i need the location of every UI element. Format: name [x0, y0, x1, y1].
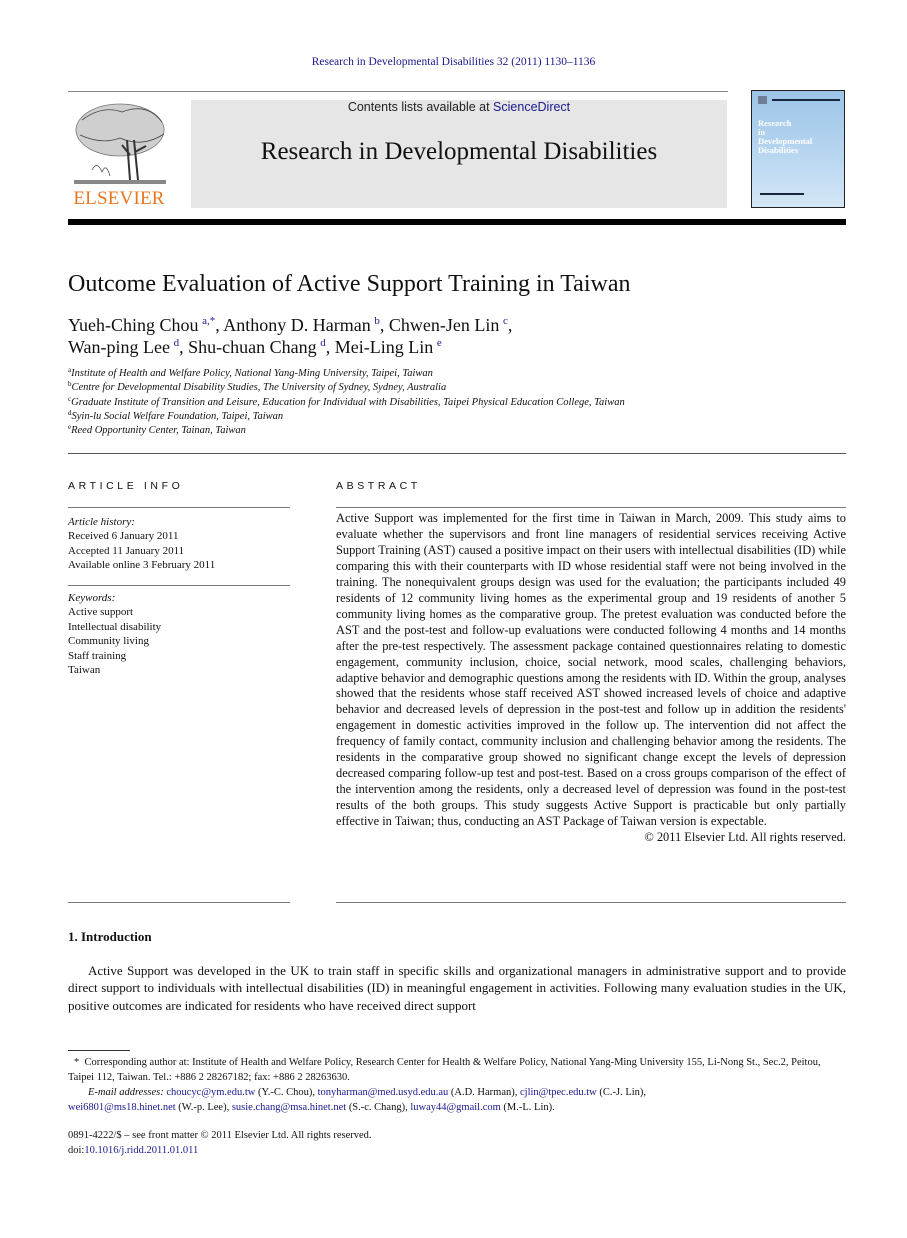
journal-reference-link[interactable]: Research in Developmental Disabilities 3…	[0, 56, 907, 68]
author[interactable]: Anthony D. Harman b	[223, 315, 380, 335]
cover-title-line: Research	[758, 118, 792, 128]
author-separator: ,	[507, 315, 513, 335]
affiliation: dSyin-lu Social Welfare Foundation, Taip…	[68, 409, 625, 424]
keywords-heading: Keywords:	[68, 592, 116, 604]
corresponding-author-note: * Corresponding author at: Institute of …	[60, 1055, 846, 1085]
keyword: Taiwan	[68, 664, 101, 677]
abstract-copyright: © 2011 Elsevier Ltd. All rights reserved…	[644, 830, 846, 845]
affiliation-rule	[68, 453, 846, 454]
history-item: Available online 3 February 2011	[68, 559, 216, 572]
affiliation-text: Centre for Developmental Disability Stud…	[71, 382, 447, 394]
journal-cover-thumbnail[interactable]: Research in Developmental Disabilities	[751, 90, 845, 208]
history-item: Received 6 January 2011	[68, 530, 179, 543]
author-separator: ,	[379, 315, 389, 335]
author[interactable]: Yueh-Ching Chou a,*	[68, 315, 215, 335]
introduction-paragraph: Active Support was developed in the UK t…	[68, 963, 846, 1013]
issn-line: 0891-4222/$ – see front matter © 2011 El…	[68, 1130, 372, 1141]
email-link[interactable]: cjlin@tpec.edu.tw	[520, 1087, 597, 1098]
affiliation-text: Graduate Institute of Transition and Lei…	[71, 396, 625, 408]
abstract: Active Support was implemented for the f…	[336, 511, 846, 846]
affiliation: eReed Opportunity Center, Tainan, Taiwan	[68, 424, 625, 438]
abstract-rule	[336, 902, 846, 903]
abstract-label: ABSTRACT	[336, 480, 421, 492]
email-owner: (S.-c. Chang),	[346, 1102, 411, 1113]
elsevier-wordmark: ELSEVIER	[73, 188, 165, 209]
email-owner: (W.-p. Lee),	[175, 1102, 232, 1113]
author-name: Yueh-Ching Chou	[68, 315, 199, 335]
abstract-rule	[336, 507, 846, 508]
affiliation: cGraduate Institute of Transition and Le…	[68, 395, 625, 410]
author-name: Chwen-Jen Lin	[388, 315, 500, 335]
email-link[interactable]: tonyharman@med.usyd.edu.au	[318, 1087, 449, 1098]
author-affil-marker[interactable]: a,*	[202, 315, 215, 327]
doi-prefix: doi:	[68, 1145, 85, 1156]
article-info-label: ARTICLE INFO	[68, 480, 184, 492]
cover-title-line: Disabilities	[758, 145, 799, 155]
journal-banner: Contents lists available at ScienceDirec…	[191, 100, 727, 208]
author-name: Mei-Ling Lin	[334, 337, 434, 357]
doi-line: doi:10.1016/j.ridd.2011.01.011	[68, 1143, 372, 1158]
email-owner: (Y.-C. Chou),	[255, 1087, 318, 1098]
affiliation-text: Institute of Health and Welfare Policy, …	[71, 368, 433, 379]
header-thick-rule	[68, 219, 846, 225]
article-info-rule	[68, 507, 290, 508]
author[interactable]: Shu-chuan Chang d	[188, 337, 326, 357]
keyword: Intellectual disability	[68, 620, 162, 633]
keywords: Keywords: Active support Intellectual di…	[68, 591, 161, 677]
keyword: Active support	[68, 606, 134, 619]
affiliation: bCentre for Developmental Disability Stu…	[68, 381, 625, 395]
author-list: Yueh-Ching Chou a,*, Anthony D. Harman b…	[68, 314, 512, 358]
author-affil-marker[interactable]: e	[437, 337, 442, 349]
email-link[interactable]: wei6801@ms18.hinet.net	[68, 1102, 176, 1113]
cover-logo-icon	[758, 96, 767, 104]
affiliations: aInstitute of Health and Welfare Policy,…	[68, 367, 625, 438]
author[interactable]: Wan-ping Lee d	[68, 337, 179, 357]
author-separator: ,	[325, 337, 335, 357]
keyword: Community living	[68, 635, 149, 648]
section-heading-introduction: 1. Introduction	[68, 929, 152, 944]
cover-title: Research in Developmental Disabilities	[758, 119, 812, 155]
footnote-marker: *	[74, 1057, 80, 1068]
email-owner: (C.-J. Lin),	[596, 1087, 647, 1098]
affiliation-text: Reed Opportunity Center, Tainan, Taiwan	[71, 425, 246, 437]
abstract-text: Active Support was implemented for the f…	[336, 511, 846, 829]
cover-rule-bottom	[760, 193, 804, 195]
elsevier-logo[interactable]: ELSEVIER	[68, 100, 170, 210]
article-info-rule	[68, 585, 290, 586]
email-addresses: E-mail addresses: choucyc@ym.edu.tw (Y.-…	[68, 1085, 846, 1115]
email-owner: (M.-L. Lin).	[500, 1102, 555, 1113]
email-link[interactable]: choucyc@ym.edu.tw	[166, 1087, 255, 1098]
author-separator: ,	[179, 337, 189, 357]
keyword: Staff training	[68, 649, 127, 662]
footnote: * Corresponding author at: Institute of …	[68, 1055, 846, 1115]
affiliation: aInstitute of Health and Welfare Policy,…	[68, 367, 625, 381]
article-history-heading: Article history:	[68, 516, 135, 528]
author-name: Wan-ping Lee	[68, 337, 171, 357]
author-name: Shu-chuan Chang	[188, 337, 317, 357]
email-owner: (A.D. Harman),	[448, 1087, 520, 1098]
contents-line: Contents lists available at ScienceDirec…	[191, 100, 727, 114]
sciencedirect-link[interactable]: ScienceDirect	[493, 100, 570, 114]
author-name: Anthony D. Harman	[223, 315, 371, 335]
header-rule	[68, 91, 728, 92]
doi-link[interactable]: 10.1016/j.ridd.2011.01.011	[84, 1145, 198, 1156]
email-link[interactable]: susie.chang@msa.hinet.net	[232, 1102, 346, 1113]
journal-title[interactable]: Research in Developmental Disabilities	[191, 138, 727, 166]
email-label: E-mail addresses:	[88, 1087, 164, 1098]
issn-block: 0891-4222/$ – see front matter © 2011 El…	[68, 1128, 372, 1158]
paper-title: Outcome Evaluation of Active Support Tra…	[68, 271, 631, 297]
article-info-rule	[68, 902, 290, 903]
footnote-rule	[68, 1050, 130, 1051]
affiliation-text: Syin-lu Social Welfare Foundation, Taipe…	[71, 410, 284, 422]
elsevier-tree-icon	[74, 103, 166, 184]
author[interactable]: Chwen-Jen Lin c	[389, 315, 508, 335]
cover-rule-top	[772, 99, 840, 101]
contents-prefix: Contents lists available at	[347, 100, 494, 114]
corresponding-author-text: Corresponding author at: Institute of He…	[68, 1057, 821, 1083]
author[interactable]: Mei-Ling Lin e	[335, 337, 442, 357]
history-item: Accepted 11 January 2011	[68, 544, 185, 557]
email-link[interactable]: luway44@gmail.com	[410, 1102, 500, 1113]
article-history: Article history: Received 6 January 2011…	[68, 515, 215, 573]
